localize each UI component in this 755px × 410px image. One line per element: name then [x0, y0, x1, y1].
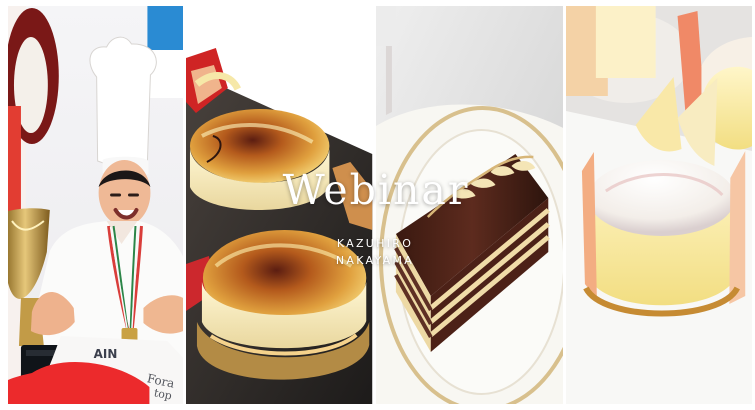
lemon-mousse-image [565, 6, 752, 404]
chef-photo: AIN Fora top [8, 6, 184, 404]
opera-cake-photo [375, 6, 563, 404]
lemon-mousse-photo [565, 6, 752, 404]
photo-collage: AIN Fora top [8, 6, 752, 404]
opera-cake-image [375, 6, 563, 404]
creme-brulee-photo [186, 6, 373, 404]
apron-text: AIN [94, 347, 118, 361]
chef-image: AIN Fora top [8, 6, 184, 404]
creme-brulee-image [186, 6, 373, 404]
webinar-banner: AIN Fora top Webinar KAZUHIRO NAKAYAMA [0, 0, 755, 410]
